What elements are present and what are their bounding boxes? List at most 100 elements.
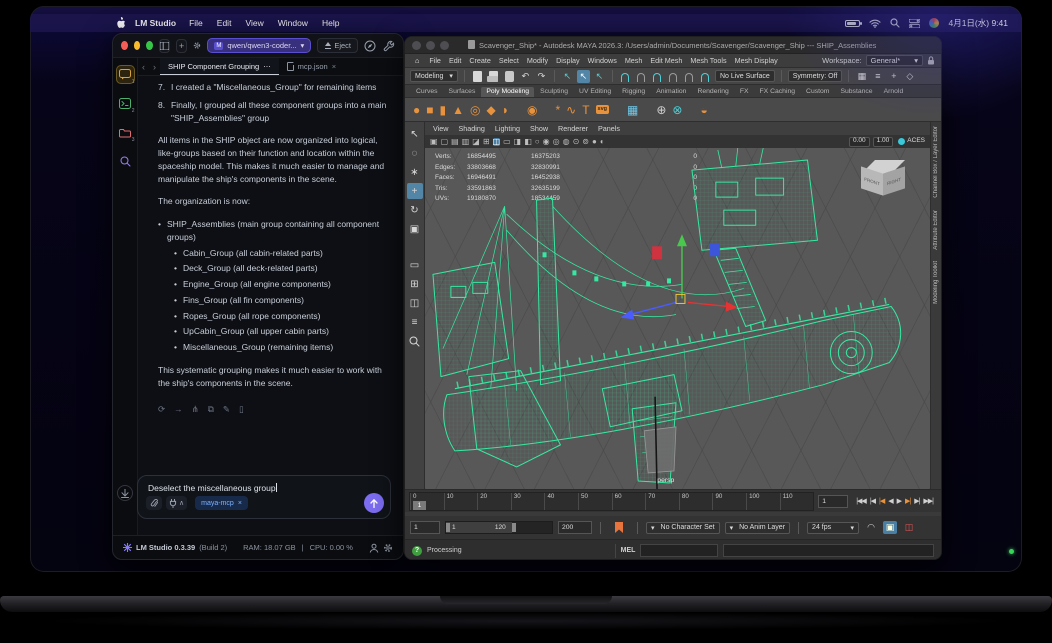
attach-file-button[interactable] [146, 496, 162, 510]
select-hierarchy-icon[interactable]: ↖ [561, 70, 574, 83]
shelf-tab[interactable]: Poly Modeling [481, 87, 535, 97]
mel-output-field[interactable] [723, 544, 934, 557]
delete-icon[interactable]: ▯ [239, 403, 244, 416]
workspace-selector[interactable]: General* ▾ [865, 55, 923, 66]
viewport-toolbar-icon[interactable]: ◨ [514, 137, 522, 146]
timeline-tick[interactable]: 40 [544, 492, 578, 510]
anim-layer-selector[interactable]: ▾ No Anim Layer [724, 521, 791, 534]
unselected-keel[interactable] [643, 426, 677, 474]
tab-channel-box[interactable]: Channel Box / Layer Editor [933, 126, 939, 198]
mel-label[interactable]: MEL [621, 547, 636, 554]
current-frame-field[interactable]: 1 [818, 494, 849, 508]
menubar-app-name[interactable]: LM Studio [135, 18, 176, 28]
timeline-tick[interactable]: 30 [510, 492, 545, 510]
wrench-icon[interactable] [383, 40, 395, 52]
models-folder-nav-icon[interactable]: 3 [117, 124, 135, 143]
lmstudio-titlebar[interactable]: + M qwen/qwen3-coder... ▾ Eject [113, 34, 403, 58]
snap-point-icon[interactable] [651, 70, 664, 83]
maya-menu-item[interactable]: Edit [445, 56, 465, 65]
shelf-tab[interactable]: Animation [651, 87, 691, 97]
lasso-tool-icon[interactable]: ◌ [407, 145, 423, 161]
regenerate-icon[interactable]: ⟳ [158, 403, 165, 416]
spotlight-icon[interactable] [890, 18, 901, 28]
shelf-tool-icon[interactable]: T [582, 104, 589, 116]
shelf-tool-icon[interactable]: svg [595, 104, 610, 115]
shelf-tab[interactable]: Rigging [617, 87, 650, 97]
symmetry-selector[interactable]: Symmetry: Off [787, 70, 843, 82]
auto-key-icon[interactable]: ▣ [883, 521, 898, 534]
gamma-field[interactable]: 1.00 [872, 136, 894, 147]
plugin-maya-mcp-pill[interactable]: maya-mcp × [195, 496, 248, 510]
make-live-icon[interactable] [699, 70, 712, 83]
developer-nav-icon[interactable]: 2 [117, 95, 135, 114]
viewport-toolbar-icon[interactable]: ▥ [462, 137, 470, 146]
chat-nav-icon[interactable]: 1 [116, 66, 135, 85]
live-surface-field[interactable]: No Live Surface [714, 70, 775, 82]
timeline-tick[interactable]: 60 [611, 492, 646, 510]
close-button[interactable] [412, 40, 421, 50]
timeline-tick[interactable]: 110 [779, 492, 814, 510]
character-set-selector[interactable]: ▾ No Character Set [646, 521, 720, 534]
timeline-tick[interactable]: 90 [712, 492, 746, 510]
timeline-tick[interactable]: 50 [578, 492, 612, 510]
view-cube[interactable]: FRONT RIGHT [860, 160, 906, 204]
battery-icon[interactable] [845, 19, 863, 27]
viewport-toolbar-icon[interactable]: ▭ [503, 137, 511, 146]
layout-two-pane-icon[interactable]: ◫ [407, 295, 423, 311]
maya-menu-item[interactable]: Modify [523, 56, 552, 65]
shelf-tool-icon[interactable]: ▦ [627, 104, 638, 116]
shelf-tool-icon[interactable]: ▮ [440, 104, 447, 116]
menubar-item-view[interactable]: View [245, 18, 263, 28]
viewport-toolbar-icon[interactable]: ▤ [451, 137, 459, 146]
shelf-tool-icon[interactable]: ◗ [502, 104, 509, 116]
tab-close-icon[interactable]: × [332, 62, 336, 71]
minimize-button[interactable] [133, 41, 141, 50]
menu-set-selector[interactable]: Modeling ▾ [410, 70, 458, 82]
menubar-item-file[interactable]: File [189, 18, 203, 28]
sidebar-toggle-icon[interactable] [158, 38, 170, 53]
shelf-tab[interactable]: FX [735, 87, 754, 97]
range-start-handle[interactable] [446, 523, 450, 532]
wifi-icon[interactable] [869, 19, 882, 28]
open-scene-icon[interactable] [486, 70, 500, 83]
save-scene-icon[interactable] [503, 70, 516, 83]
shelf-tab[interactable]: Rendering [692, 87, 733, 97]
panel-menu-item[interactable]: Renderer [558, 124, 588, 133]
panel-menu-item[interactable]: Panels [598, 124, 620, 133]
ship-wireframe-model[interactable] [425, 148, 930, 489]
shelf-tab[interactable]: FX Caching [755, 87, 801, 97]
zoom-tool-icon[interactable] [407, 333, 423, 349]
go-to-end-button[interactable]: ▶▶| [923, 497, 934, 505]
mel-command-field[interactable] [640, 544, 719, 557]
maya-menu-item[interactable]: Mesh Display [731, 56, 782, 65]
snap-curve-icon[interactable] [635, 70, 648, 83]
layout-four-pane-icon[interactable]: ⊞ [407, 276, 423, 292]
message-composer[interactable]: Deselect the miscellaneous group ∧ maya-… [137, 475, 391, 519]
step-forward-frame-button[interactable]: ▶| [914, 497, 920, 505]
shelf-tab[interactable]: Substance [835, 87, 877, 97]
maya-menu-item[interactable]: Create [465, 56, 495, 65]
timeline-tick[interactable]: 10 [443, 492, 478, 510]
user-icon[interactable] [369, 543, 379, 553]
hypershade-icon[interactable]: ≡ [871, 70, 884, 83]
shelf-tab[interactable]: Custom [801, 87, 834, 97]
shelf-tab[interactable]: Sculpting [535, 87, 573, 97]
remove-plugin-icon[interactable]: × [238, 500, 242, 507]
maya-menu-item[interactable]: Mesh Tools [686, 56, 730, 65]
close-button[interactable] [121, 41, 128, 50]
maya-menu-item[interactable]: Display [552, 56, 584, 65]
step-back-key-button[interactable]: |◀ [879, 497, 885, 505]
tab-more-icon[interactable]: ⋯ [263, 62, 271, 71]
paint-select-tool-icon[interactable]: ∗ [407, 164, 423, 180]
browser-app-icon[interactable] [929, 18, 940, 28]
minimize-button[interactable] [426, 40, 435, 50]
home-icon[interactable]: ⌂ [411, 56, 423, 65]
panel-menu-item[interactable]: View [433, 124, 448, 133]
panel-menu-item[interactable]: Lighting [495, 124, 520, 133]
select-component-icon[interactable]: ↖ [593, 70, 606, 83]
tab-attribute-editor[interactable]: Attribute Editor [933, 210, 939, 250]
viewport-toolbar-icon[interactable]: ◐ [600, 137, 605, 146]
snap-grid-icon[interactable] [619, 70, 632, 83]
discover-compass-icon[interactable] [364, 40, 376, 52]
viewport-toolbar-icon[interactable]: ◪ [472, 137, 480, 146]
